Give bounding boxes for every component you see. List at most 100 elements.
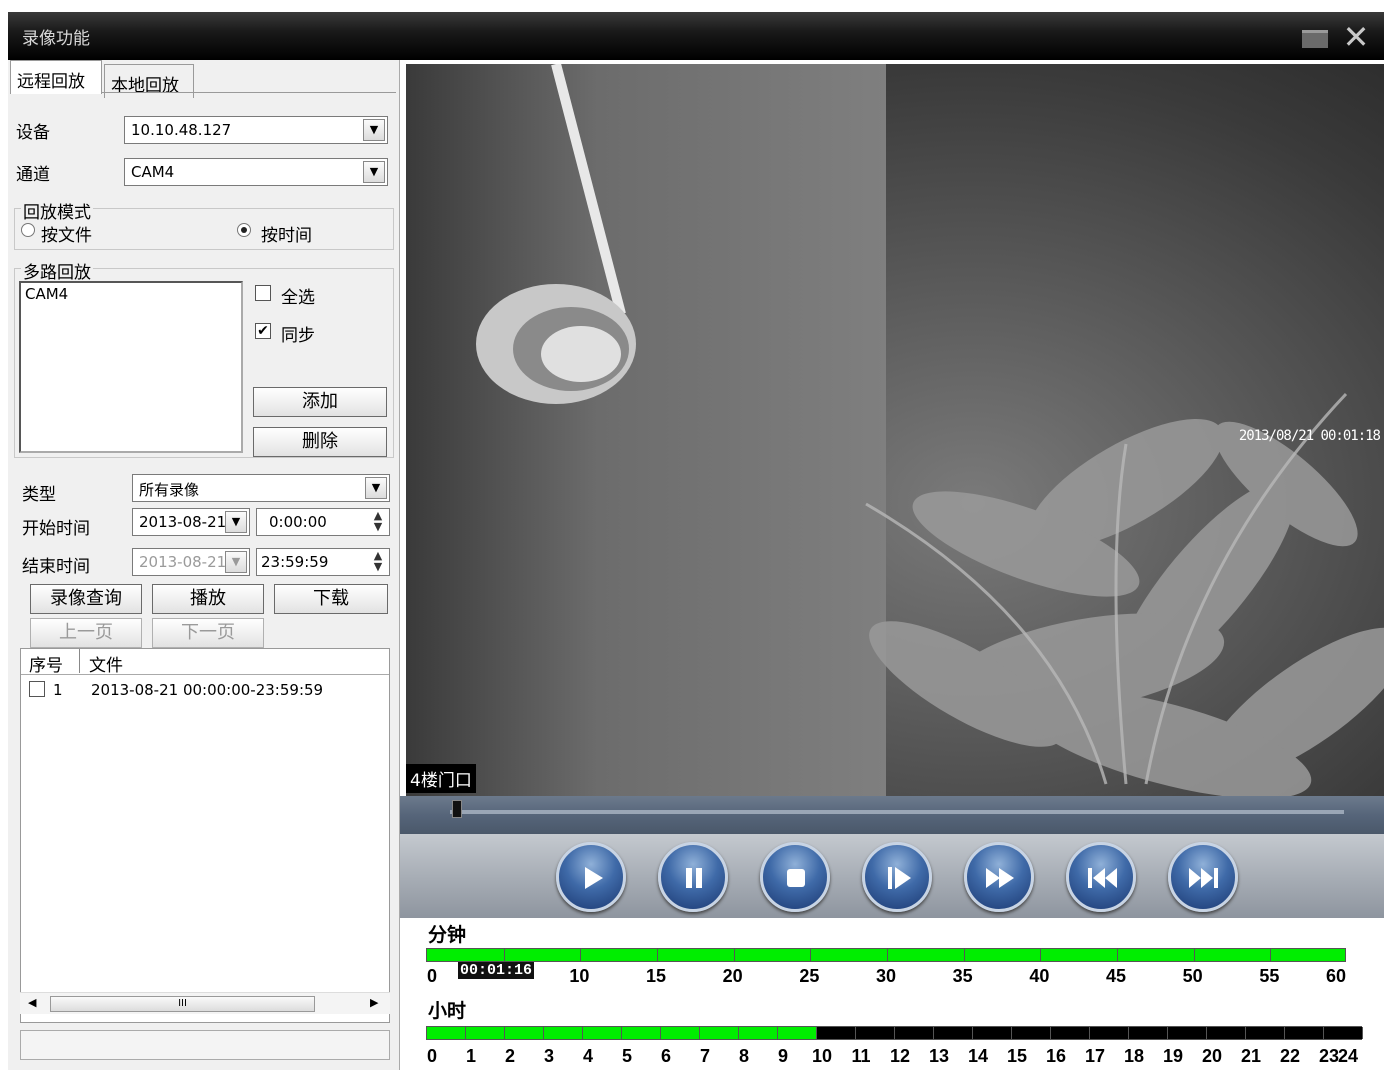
- chevron-down-icon[interactable]: ▼: [363, 161, 385, 183]
- hour-segment[interactable]: [1051, 1027, 1090, 1039]
- spinner-arrows-icon[interactable]: ▲ ▼: [368, 510, 388, 534]
- hour-segment[interactable]: [661, 1027, 700, 1039]
- minute-segment-divider: [1117, 949, 1118, 961]
- hour-tick-label: 24: [1337, 1046, 1359, 1066]
- hour-segment[interactable]: [505, 1027, 544, 1039]
- end-date-picker[interactable]: 2013-08-21 ▼: [132, 548, 250, 576]
- hour-segment[interactable]: [1285, 1027, 1324, 1039]
- spinner-arrows-icon[interactable]: ▲ ▼: [368, 550, 388, 574]
- current-time-label: 00:01:16: [458, 962, 535, 979]
- row-checkbox[interactable]: [29, 681, 45, 697]
- video-scene: [476, 64, 1384, 796]
- select-all-label: 全选: [281, 288, 315, 308]
- multi-playback-group: 多路回放 CAM4 全选 ✔ 同步 添加 删除: [14, 258, 394, 458]
- hour-segment[interactable]: [583, 1027, 622, 1039]
- device-label: 设备: [16, 123, 50, 143]
- channel-listbox[interactable]: CAM4: [19, 281, 243, 453]
- type-label: 类型: [22, 485, 56, 505]
- hour-segment[interactable]: [622, 1027, 661, 1039]
- seek-handle[interactable]: [452, 800, 463, 818]
- type-select[interactable]: 所有录像 ▼: [132, 474, 390, 502]
- hour-segment[interactable]: [778, 1027, 817, 1039]
- add-button[interactable]: 添加: [253, 387, 387, 417]
- step-icon: [888, 867, 911, 889]
- hour-segment[interactable]: [700, 1027, 739, 1039]
- download-button[interactable]: 下载: [274, 584, 388, 614]
- hour-segment[interactable]: [1324, 1027, 1363, 1039]
- seek-track[interactable]: [450, 810, 1344, 814]
- start-time-spinner[interactable]: 0:00:00 ▲ ▼: [256, 508, 390, 536]
- by-file-radio[interactable]: [21, 223, 35, 237]
- hours-title: 小时: [428, 1000, 467, 1022]
- hour-segment[interactable]: [1207, 1027, 1246, 1039]
- close-button[interactable]: ✕: [1338, 20, 1374, 54]
- skip-forward-control-button[interactable]: [1168, 842, 1238, 912]
- hour-tick-label: 3: [543, 1046, 555, 1066]
- hour-segment[interactable]: [1168, 1027, 1207, 1039]
- hour-segment[interactable]: [856, 1027, 895, 1039]
- minute-tick-label: 10: [569, 966, 590, 986]
- scrollbar-thumb[interactable]: III: [50, 996, 315, 1012]
- minute-segment-divider: [733, 949, 735, 961]
- by-time-radio[interactable]: [237, 223, 251, 237]
- chevron-down-icon[interactable]: ▼: [365, 477, 387, 499]
- minute-segment-divider: [580, 949, 582, 961]
- list-item[interactable]: CAM4: [25, 285, 237, 303]
- column-header-index[interactable]: 序号: [29, 651, 63, 676]
- select-all-checkbox[interactable]: [255, 285, 271, 301]
- device-select[interactable]: 10.10.48.127 ▼: [124, 116, 388, 144]
- skip-back-control-button[interactable]: [1066, 842, 1136, 912]
- hour-segment[interactable]: [544, 1027, 583, 1039]
- end-date-value: 2013-08-21: [139, 553, 227, 571]
- minutes-title: 分钟: [428, 924, 467, 946]
- end-time-spinner[interactable]: 23:59:59 ▲ ▼: [256, 548, 390, 576]
- tab-remote-playback[interactable]: 远程回放: [10, 60, 102, 94]
- maximize-button[interactable]: [1302, 30, 1328, 48]
- stop-control-button[interactable]: [760, 842, 830, 912]
- column-header-file[interactable]: 文件: [89, 651, 123, 676]
- sync-checkbox[interactable]: ✔: [255, 323, 271, 339]
- playback-mode-group: 回放模式 按文件 按时间: [14, 198, 394, 250]
- hour-segment[interactable]: [427, 1027, 466, 1039]
- column-divider: [79, 649, 80, 673]
- chevron-down-icon[interactable]: ▼: [225, 551, 247, 573]
- video-view[interactable]: 2013/08/21 00:01:18 4楼门口: [406, 64, 1384, 796]
- hour-segment[interactable]: [973, 1027, 1012, 1039]
- scroll-right-icon[interactable]: ▶: [370, 996, 378, 1009]
- prev-page-button[interactable]: 上一页: [30, 618, 142, 648]
- play-control-button[interactable]: [556, 842, 626, 912]
- table-row[interactable]: 1 2013-08-21 00:00:00-23:59:59: [21, 675, 389, 701]
- start-date-picker[interactable]: 2013-08-21 ▼: [132, 508, 250, 536]
- minute-segment-divider: [1270, 949, 1272, 961]
- hour-bar[interactable]: [426, 1026, 1363, 1040]
- minute-bar[interactable]: [426, 948, 1346, 962]
- hour-segment[interactable]: [895, 1027, 934, 1039]
- seek-bar[interactable]: [400, 796, 1384, 834]
- play-button[interactable]: 播放: [152, 584, 264, 614]
- horizontal-scrollbar[interactable]: ◀ III ▶: [20, 992, 390, 1014]
- delete-button[interactable]: 删除: [253, 427, 387, 457]
- hour-segment[interactable]: [1129, 1027, 1168, 1039]
- next-page-button[interactable]: 下一页: [152, 618, 264, 648]
- minute-tick-label: 15: [645, 966, 667, 986]
- scroll-left-icon[interactable]: ◀: [28, 996, 36, 1009]
- minute-tick-label: 0: [426, 966, 438, 986]
- hour-segment[interactable]: [466, 1027, 505, 1039]
- hour-segment[interactable]: [817, 1027, 856, 1039]
- channel-select[interactable]: CAM4 ▼: [124, 158, 388, 186]
- step-control-button[interactable]: [862, 842, 932, 912]
- pause-control-button[interactable]: [658, 842, 728, 912]
- hour-segment[interactable]: [934, 1027, 973, 1039]
- sync-label: 同步: [281, 326, 315, 346]
- left-panel: 远程回放 本地回放 设备 10.10.48.127 ▼ 通道 CAM4 ▼ 回放…: [8, 60, 400, 1070]
- hour-segment[interactable]: [1012, 1027, 1051, 1039]
- hour-segment[interactable]: [1090, 1027, 1129, 1039]
- hour-segment[interactable]: [1246, 1027, 1285, 1039]
- search-button[interactable]: 录像查询: [30, 584, 142, 614]
- hour-tick-label: 11: [851, 1046, 871, 1066]
- chevron-down-icon[interactable]: ▼: [363, 119, 385, 141]
- fast-forward-control-button[interactable]: [964, 842, 1034, 912]
- row-file: 2013-08-21 00:00:00-23:59:59: [91, 681, 324, 699]
- chevron-down-icon[interactable]: ▼: [225, 511, 247, 533]
- hour-segment[interactable]: [739, 1027, 778, 1039]
